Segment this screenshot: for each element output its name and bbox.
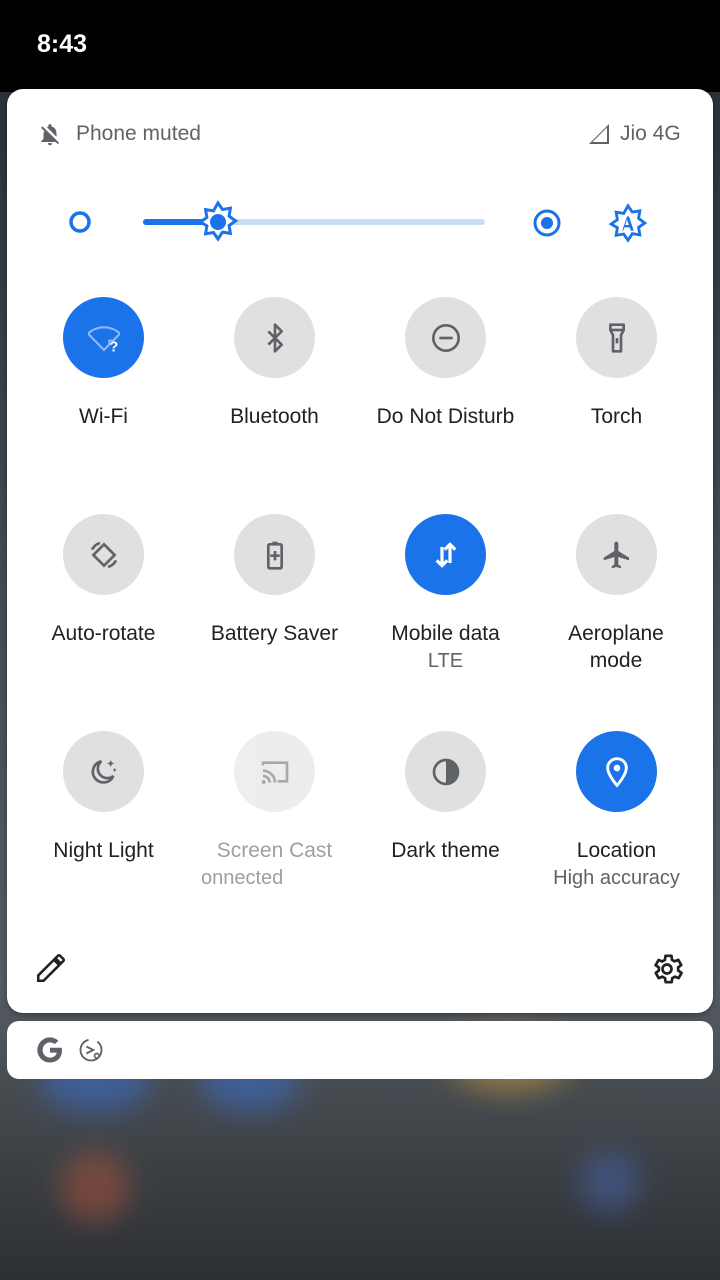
ringer-status-text: Phone muted bbox=[76, 122, 201, 145]
aeroplane-icon bbox=[603, 541, 629, 568]
tile-label: Location bbox=[576, 839, 657, 862]
tile-do-not-disturb[interactable]: Do Not Disturb bbox=[360, 297, 531, 497]
brightness-thumb-icon[interactable] bbox=[196, 200, 240, 244]
tile-bluetooth-toggle[interactable] bbox=[234, 297, 315, 378]
tile-mobile-data-toggle[interactable] bbox=[405, 514, 486, 595]
auto-rotate-icon bbox=[90, 541, 117, 568]
tile-screen-cast-toggle[interactable] bbox=[234, 731, 315, 812]
wifi-unknown-icon: ? bbox=[87, 325, 120, 354]
tile-label: Mobile data bbox=[391, 622, 500, 645]
tile-label: Auto-rotate bbox=[51, 622, 156, 645]
tile-label: Battery Saver bbox=[210, 622, 339, 645]
tile-night-light[interactable]: Night Light bbox=[18, 731, 189, 931]
battery-saver-icon bbox=[266, 541, 283, 570]
brightness-low-icon bbox=[69, 211, 91, 233]
google-logo-icon[interactable] bbox=[35, 1035, 65, 1065]
tile-torch[interactable]: Torch bbox=[531, 297, 702, 497]
tile-label: Night Light bbox=[53, 839, 154, 862]
signal-icon bbox=[589, 124, 609, 144]
tile-sub-label: onnected bbox=[201, 867, 284, 889]
tile-label: Wi-Fi bbox=[79, 405, 128, 428]
tile-location[interactable]: Location High accuracy bbox=[531, 731, 702, 931]
brightness-high-icon bbox=[533, 209, 561, 237]
tile-wifi[interactable]: ? Wi-Fi bbox=[18, 297, 189, 497]
status-bar: 8:43 bbox=[0, 0, 720, 92]
settings-gear-icon[interactable] bbox=[649, 951, 685, 987]
edit-pencil-icon[interactable] bbox=[34, 951, 68, 985]
tile-aeroplane-mode[interactable]: Aeroplane mode bbox=[531, 514, 702, 714]
bluetooth-icon bbox=[266, 322, 283, 353]
quick-settings-header: Phone muted Jio 4G bbox=[7, 89, 713, 179]
cast-icon bbox=[261, 760, 288, 784]
tile-dark-theme-toggle[interactable] bbox=[405, 731, 486, 812]
tile-auto-rotate[interactable]: Auto-rotate bbox=[18, 514, 189, 714]
dark-theme-icon bbox=[432, 758, 459, 785]
tile-torch-toggle[interactable] bbox=[576, 297, 657, 378]
tile-night-light-toggle[interactable] bbox=[63, 731, 144, 812]
location-icon bbox=[605, 756, 628, 788]
auto-brightness-icon[interactable] bbox=[607, 203, 649, 245]
tile-battery-saver[interactable]: Battery Saver bbox=[189, 514, 360, 714]
do-not-disturb-icon bbox=[431, 323, 460, 352]
lens-icon[interactable] bbox=[77, 1036, 105, 1064]
tile-wifi-toggle[interactable]: ? bbox=[63, 297, 144, 378]
carrier-text: Jio 4G bbox=[620, 122, 681, 145]
tile-mobile-data[interactable]: Mobile data LTE bbox=[360, 514, 531, 714]
tile-dnd-toggle[interactable] bbox=[405, 297, 486, 378]
quick-settings-panel: Phone muted Jio 4G ? Wi-Fi Bluetooth Do … bbox=[7, 89, 713, 1013]
tile-sub-label: High accuracy bbox=[553, 867, 680, 889]
svg-text:?: ? bbox=[109, 339, 118, 354]
torch-icon bbox=[608, 322, 625, 353]
tile-label: Aeroplane mode bbox=[568, 622, 664, 672]
tile-label: Do Not Disturb bbox=[376, 405, 515, 428]
mobile-data-icon bbox=[435, 541, 456, 568]
tile-aeroplane-toggle[interactable] bbox=[576, 514, 657, 595]
tile-label: Screen Cast bbox=[216, 839, 333, 862]
tile-auto-rotate-toggle[interactable] bbox=[63, 514, 144, 595]
tile-label: Torch bbox=[590, 405, 643, 428]
brightness-slider[interactable] bbox=[143, 219, 485, 225]
night-light-icon bbox=[91, 759, 117, 784]
tile-sub-label: LTE bbox=[427, 650, 464, 672]
tile-dark-theme[interactable]: Dark theme bbox=[360, 731, 531, 931]
tile-screen-cast[interactable]: Screen Cast onnected bbox=[189, 731, 360, 931]
tile-label: Bluetooth bbox=[230, 405, 319, 428]
brightness-row bbox=[7, 189, 713, 259]
status-time: 8:43 bbox=[37, 30, 88, 58]
google-search-bar[interactable] bbox=[7, 1021, 713, 1079]
tile-location-toggle[interactable] bbox=[576, 731, 657, 812]
tile-bluetooth[interactable]: Bluetooth bbox=[189, 297, 360, 497]
tile-battery-saver-toggle[interactable] bbox=[234, 514, 315, 595]
notifications-off-icon bbox=[41, 124, 60, 146]
tile-label: Dark theme bbox=[391, 839, 500, 862]
